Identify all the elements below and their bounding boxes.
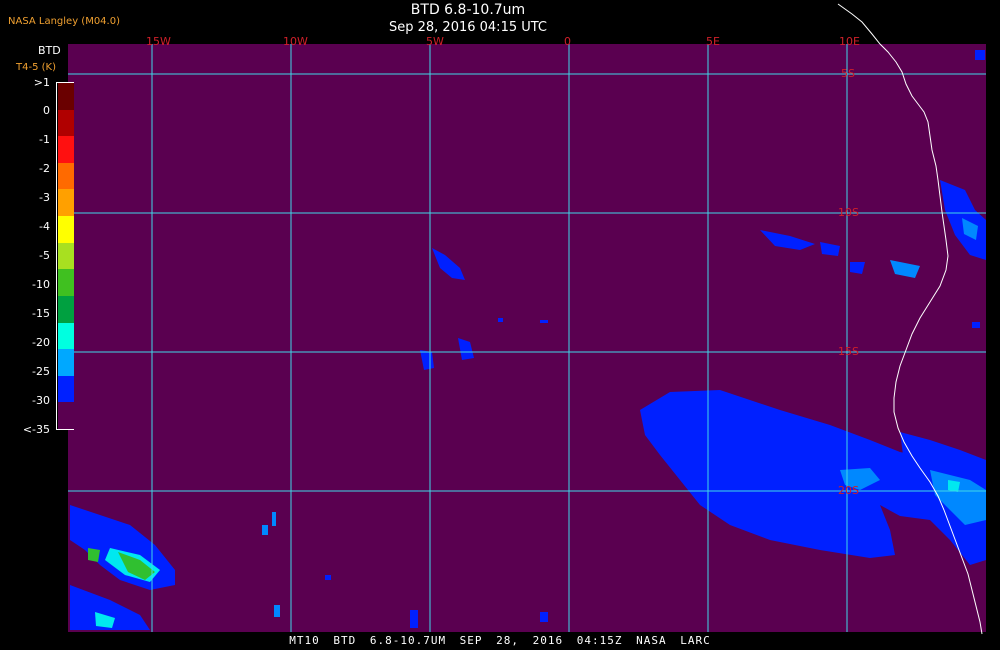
product-title: BTD 6.8-10.7um bbox=[410, 2, 526, 18]
cloud-patch-o bbox=[272, 512, 276, 526]
legend-swatch bbox=[58, 83, 74, 110]
legend-title: BTD bbox=[38, 44, 61, 57]
legend-label: -1 bbox=[39, 133, 50, 146]
legend-swatch bbox=[58, 269, 74, 297]
legend-label: -4 bbox=[39, 220, 50, 233]
legend-label: <-35 bbox=[22, 423, 50, 436]
cloud-patch-d bbox=[498, 318, 503, 322]
legend-label: -15 bbox=[32, 307, 50, 320]
lon-label-10e: 10E bbox=[839, 35, 860, 48]
legend-swatch bbox=[58, 189, 74, 217]
cloud-sw-green2 bbox=[88, 548, 100, 562]
lat-label-5s: 5S bbox=[841, 67, 855, 80]
cloud-patch-s bbox=[540, 612, 548, 622]
legend-label: >1 bbox=[33, 76, 50, 89]
legend-subtitle: T4-5 (K) bbox=[16, 62, 56, 73]
satellite-map: 15W 10W 5W 0 5E 10E 5S 10S 15S 20S bbox=[68, 3, 986, 635]
cloud-patch-r bbox=[410, 610, 418, 628]
footer-caption: MT10 BTD 6.8-10.7UM SEP 28, 2016 04:15Z … bbox=[289, 634, 711, 647]
timestamp: Sep 28, 2016 04:15 UTC bbox=[388, 20, 548, 35]
lon-label-15w: 15W bbox=[146, 35, 171, 48]
cloud-patch-m bbox=[972, 322, 980, 328]
legend-swatch bbox=[58, 322, 74, 350]
lat-label-20s: 20S bbox=[838, 484, 859, 497]
lon-label-10w: 10W bbox=[283, 35, 308, 48]
lon-label-0: 0 bbox=[564, 35, 571, 48]
cloud-patch-p bbox=[274, 605, 280, 617]
lon-label-5w: 5W bbox=[426, 35, 444, 48]
legend-label: -20 bbox=[32, 336, 50, 349]
cloud-cyan-spot bbox=[948, 480, 960, 492]
legend-swatch bbox=[58, 295, 74, 323]
legend-label: -5 bbox=[39, 249, 50, 262]
lon-label-5e: 5E bbox=[706, 35, 720, 48]
cloud-patch-n bbox=[262, 525, 268, 535]
cloud-patch-e bbox=[540, 320, 548, 323]
legend-swatch bbox=[58, 162, 74, 190]
legend-label: -2 bbox=[39, 162, 50, 175]
legend-swatch bbox=[58, 242, 74, 270]
cloud-patch-l bbox=[975, 50, 985, 60]
lat-label-10s: 10S bbox=[838, 206, 859, 219]
legend-swatch bbox=[58, 136, 74, 164]
legend-swatch bbox=[58, 216, 74, 244]
legend-label: -30 bbox=[32, 394, 50, 407]
legend-swatch bbox=[58, 109, 74, 137]
legend-label: -25 bbox=[32, 365, 50, 378]
legend-label: 0 bbox=[43, 104, 50, 117]
cloud-patch-q bbox=[325, 575, 331, 580]
legend-label: -3 bbox=[39, 191, 50, 204]
legend-swatch bbox=[58, 349, 74, 377]
legend-colorbar bbox=[56, 82, 74, 430]
legend-label: -10 bbox=[32, 278, 50, 291]
legend-swatch bbox=[58, 402, 74, 430]
lat-label-15s: 15S bbox=[838, 345, 859, 358]
legend-swatch bbox=[58, 375, 74, 403]
